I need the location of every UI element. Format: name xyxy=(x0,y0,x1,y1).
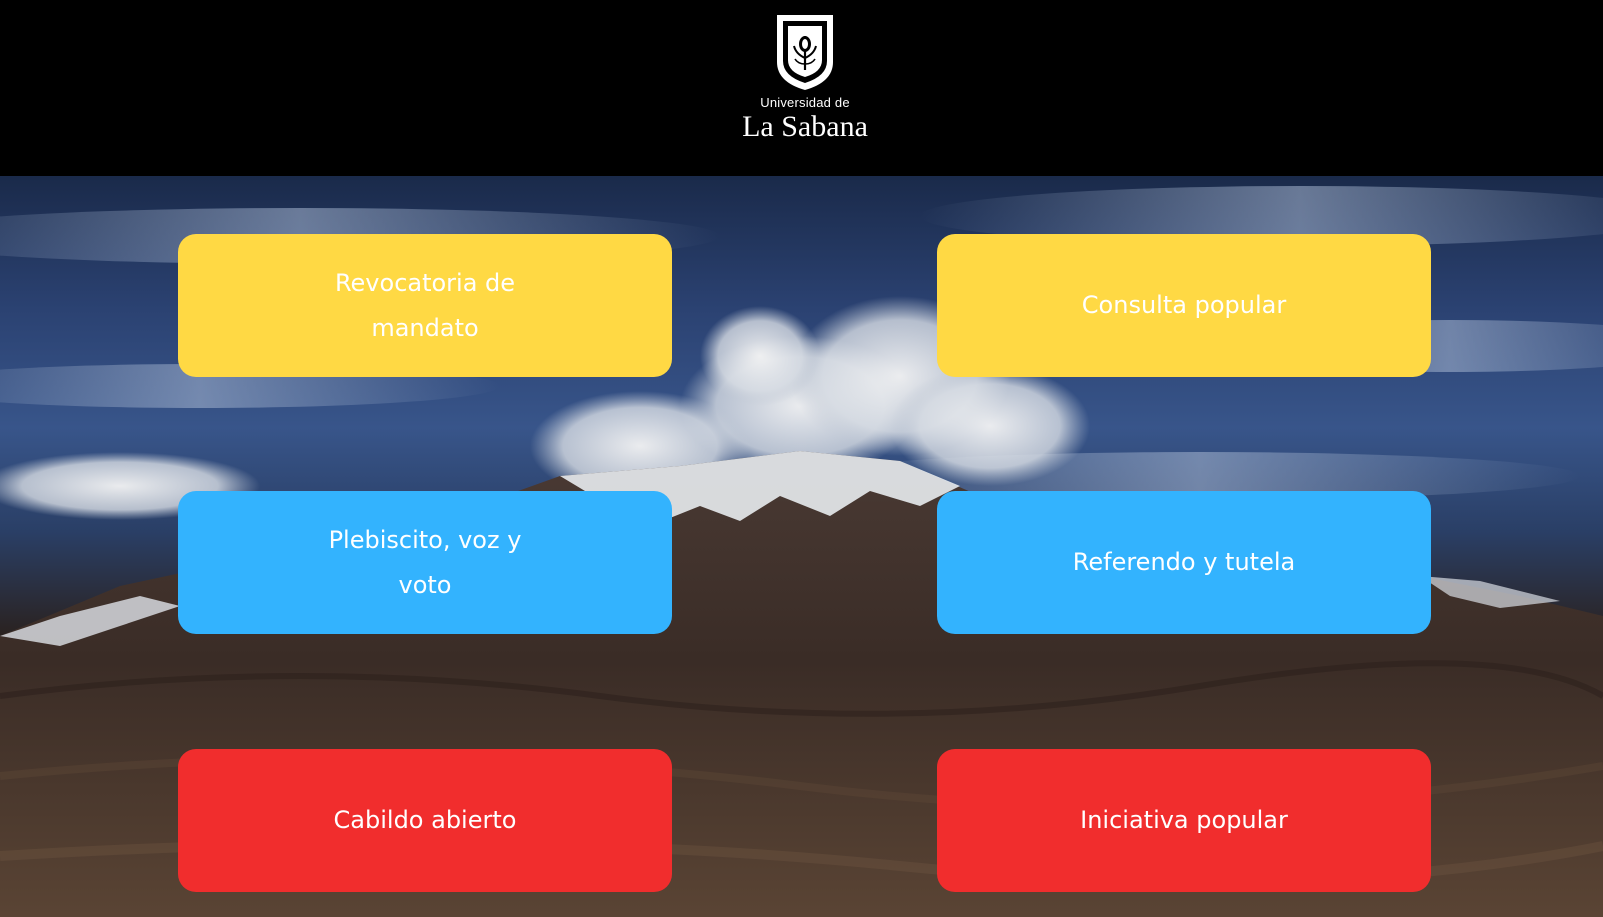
card-label: Consulta popular xyxy=(1081,291,1287,319)
referendo-y-tutela-button[interactable]: Referendo y tutela xyxy=(937,491,1431,634)
revocatoria-de-mandato-button[interactable]: Revocatoria de mandato xyxy=(178,234,672,377)
header-bar: Universidad de La Sabana xyxy=(0,0,1603,176)
logo-line-2: La Sabana xyxy=(742,110,868,143)
crest-icon xyxy=(777,15,833,90)
iniciativa-popular-button[interactable]: Iniciativa popular xyxy=(937,749,1431,892)
card-label: Revocatoria de mandato xyxy=(334,268,516,342)
hero-background-image: Revocatoria de mandato Consulta popular … xyxy=(0,176,1603,917)
consulta-popular-button[interactable]: Consulta popular xyxy=(937,234,1431,377)
university-logo[interactable]: Universidad de La Sabana xyxy=(725,10,885,150)
cabildo-abierto-button[interactable]: Cabildo abierto xyxy=(178,749,672,892)
card-label: Plebiscito, voz y voto xyxy=(328,525,522,599)
logo-line-1: Universidad de xyxy=(760,95,850,110)
card-label: Cabildo abierto xyxy=(333,806,517,834)
card-label: Iniciativa popular xyxy=(1080,806,1288,834)
plebiscito-voz-y-voto-button[interactable]: Plebiscito, voz y voto xyxy=(178,491,672,634)
card-label: Referendo y tutela xyxy=(1072,548,1296,576)
